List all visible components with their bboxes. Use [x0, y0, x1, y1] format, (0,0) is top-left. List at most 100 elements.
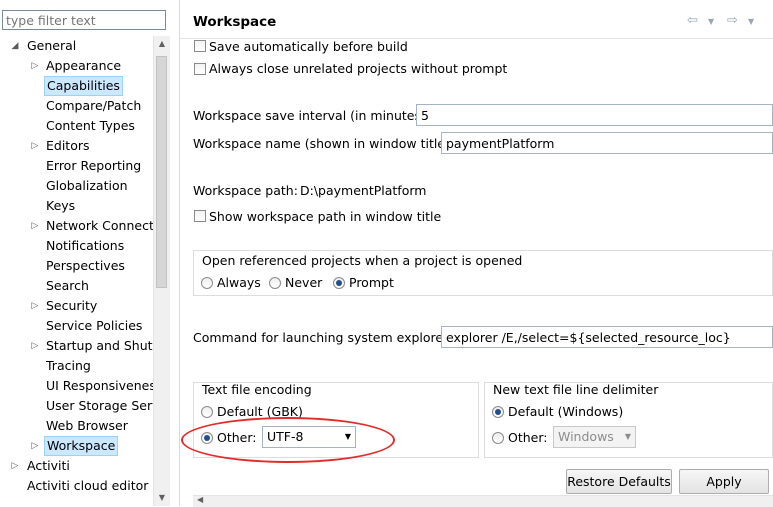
tree-item-label: Perspectives — [46, 258, 125, 273]
explorer-command-input[interactable] — [442, 327, 772, 347]
tree-item[interactable]: Service Policies — [0, 316, 152, 336]
encoding-select[interactable]: UTF-8 ▼ — [262, 426, 356, 448]
pane-divider[interactable] — [179, 0, 180, 506]
back-arrow-icon[interactable]: ⇦ — [687, 13, 698, 28]
tree-item[interactable]: Web Browser — [0, 416, 152, 436]
text-encoding-label: Text file encoding — [202, 382, 312, 397]
tree-item-label: Security — [46, 298, 98, 313]
tree-item[interactable]: Perspectives — [0, 256, 152, 276]
save-interval-field[interactable] — [416, 104, 773, 126]
delimiter-select[interactable]: Windows ▼ — [553, 426, 636, 448]
explorer-command-label: Command for launching system explorer: — [193, 330, 453, 345]
save-automatically-checkbox[interactable] — [194, 40, 206, 52]
open-ref-prompt-radio[interactable] — [333, 277, 345, 289]
forward-arrow-icon[interactable]: ⇨ — [727, 13, 738, 28]
collapsed-arrow-icon[interactable]: ▷ — [30, 136, 40, 156]
workspace-name-field[interactable] — [441, 132, 773, 154]
tree-item-label: Web Browser — [46, 418, 128, 433]
tree-item[interactable]: Compare/Patch — [0, 96, 152, 116]
filter-input[interactable] — [3, 11, 165, 29]
tree-item[interactable]: Notifications — [0, 236, 152, 256]
scroll-up-icon[interactable]: ▲ — [154, 36, 170, 52]
tree-item-label: Content Types — [46, 118, 135, 133]
collapsed-arrow-icon[interactable]: ▷ — [30, 56, 40, 76]
encoding-select-value: UTF-8 — [267, 429, 304, 444]
tree-item-label: Startup and Shutd — [46, 338, 161, 353]
tree-item[interactable]: Keys — [0, 196, 152, 216]
tree-item[interactable]: ▷ Startup and Shutd — [0, 336, 161, 356]
tree-item-label: Capabilities — [44, 76, 123, 96]
tree-item-label: Search — [46, 278, 89, 293]
encoding-default-label: Default (GBK) — [217, 404, 303, 419]
collapsed-arrow-icon[interactable]: ▷ — [30, 436, 40, 456]
scrollbar-thumb[interactable] — [156, 56, 167, 288]
open-ref-never-label: Never — [285, 275, 323, 290]
filter-field[interactable] — [2, 10, 166, 30]
collapsed-arrow-icon[interactable]: ▷ — [10, 456, 20, 476]
tree-item-label: Workspace — [44, 436, 119, 456]
tree-item[interactable]: Error Reporting — [0, 156, 152, 176]
save-interval-input[interactable] — [417, 105, 772, 125]
tree-item-label: Error Reporting — [46, 158, 142, 173]
tree-item[interactable]: Search — [0, 276, 152, 296]
tree-vertical-scrollbar[interactable]: ▲ ▼ — [153, 36, 170, 506]
delimiter-other-radio[interactable] — [492, 432, 504, 444]
tree-item-general[interactable]: ◢ General — [0, 36, 152, 56]
save-automatically-label: Save automatically before build — [209, 39, 408, 54]
tree-item-activiti[interactable]: ▷ Activiti — [0, 456, 152, 476]
workspace-name-label: Workspace name (shown in window title): — [193, 136, 455, 151]
collapsed-arrow-icon[interactable]: ▷ — [30, 296, 40, 316]
always-close-label: Always close unrelated projects without … — [209, 61, 508, 76]
tree-item[interactable]: User Storage Serv — [0, 396, 160, 416]
line-delimiter-label: New text file line delimiter — [493, 382, 659, 397]
workspace-path-label: Workspace path: — [193, 183, 298, 198]
tree-item[interactable]: Globalization — [0, 176, 152, 196]
open-ref-always-radio[interactable] — [201, 277, 213, 289]
tree-item-label: Editors — [46, 138, 90, 153]
expanded-arrow-icon[interactable]: ◢ — [10, 36, 20, 56]
page-horizontal-scrollbar[interactable]: ◀ — [193, 495, 773, 507]
tree-item-label: User Storage Serv — [46, 398, 160, 413]
delimiter-default-radio[interactable] — [492, 406, 504, 418]
tree-item[interactable]: ▷ Network Connectio — [0, 216, 165, 236]
tree-item[interactable]: Capabilities — [0, 76, 152, 96]
encoding-other-label: Other: — [217, 430, 257, 445]
forward-dropdown-icon[interactable]: ▼ — [748, 17, 754, 26]
dropdown-arrow-icon[interactable]: ▼ — [625, 427, 631, 447]
tree-item-label: Notifications — [46, 238, 125, 253]
tree-item[interactable]: ▷ Workspace — [0, 436, 152, 456]
encoding-other-radio[interactable] — [201, 432, 213, 444]
tree-item-label: Compare/Patch — [46, 98, 142, 113]
scroll-left-icon[interactable]: ◀ — [197, 495, 203, 504]
open-ref-never-radio[interactable] — [269, 277, 281, 289]
encoding-default-radio[interactable] — [201, 406, 213, 418]
preferences-tree-pane: ◢ General ▷ Appearance Capabilities Compare… — [0, 0, 170, 506]
show-path-checkbox[interactable] — [194, 210, 206, 222]
collapsed-arrow-icon[interactable]: ▷ — [30, 336, 40, 356]
delimiter-other-label: Other: — [508, 430, 548, 445]
collapsed-arrow-icon[interactable]: ▷ — [30, 216, 40, 236]
tree-item[interactable]: ▷ Appearance — [0, 56, 152, 76]
page-title: Workspace — [193, 14, 277, 30]
tree-item-label: Service Policies — [46, 318, 143, 333]
restore-defaults-button[interactable]: Restore Defaults — [566, 469, 672, 494]
open-ref-prompt-label: Prompt — [349, 275, 394, 290]
apply-button[interactable]: Apply — [679, 469, 769, 494]
tree-item-label: Keys — [46, 198, 76, 213]
back-dropdown-icon[interactable]: ▼ — [708, 17, 714, 26]
tree-item[interactable]: ▷ Editors — [0, 136, 152, 156]
tree-item-label: Globalization — [46, 178, 128, 193]
tree-item-label: Network Connectio — [46, 218, 165, 233]
tree-item-activiti-cloud-editor[interactable]: Activiti cloud editor — [0, 476, 152, 496]
tree-item[interactable]: Tracing — [0, 356, 152, 376]
scroll-down-icon[interactable]: ▼ — [154, 490, 170, 506]
workspace-name-input[interactable] — [442, 133, 772, 153]
dropdown-arrow-icon[interactable]: ▼ — [345, 427, 351, 447]
explorer-command-field[interactable] — [441, 326, 773, 348]
always-close-checkbox[interactable] — [194, 63, 206, 75]
tree-item[interactable]: ▷ Security — [0, 296, 152, 316]
tree-item-label: UI Responsiveness — [46, 378, 163, 393]
delimiter-default-label: Default (Windows) — [508, 404, 624, 419]
tree-item[interactable]: UI Responsiveness — [0, 376, 162, 396]
tree-item[interactable]: Content Types — [0, 116, 152, 136]
